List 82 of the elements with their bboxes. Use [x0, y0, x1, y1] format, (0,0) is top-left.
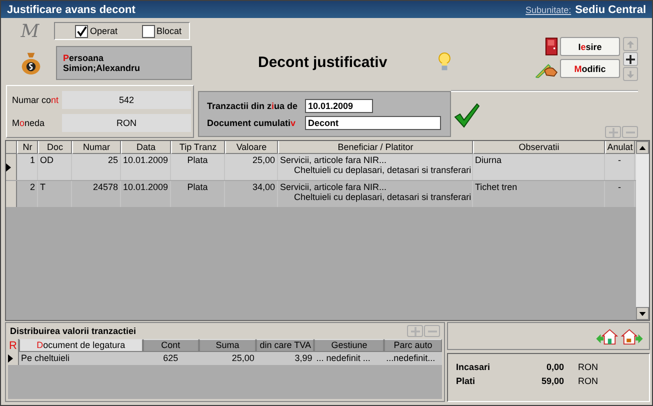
table-row[interactable]: 2 T 24578 10.01.2009 Plata 34,00 Servicii, articole fara NIR... Cheltuieli cu deplasari, detasari si transferari Tichet tren -	[6, 181, 636, 208]
total-value: 59,00	[540, 376, 564, 386]
table-cell: Plata	[187, 155, 208, 165]
total-label: Plati	[456, 376, 476, 386]
column-header[interactable]: Cont	[142, 339, 199, 352]
table-cell: Diurna	[475, 155, 502, 165]
door-icon	[545, 37, 558, 56]
row-selector[interactable]	[6, 154, 17, 180]
table-cell: ... nedefinit ...	[316, 352, 370, 365]
currency-label: RON	[578, 362, 598, 372]
corner-label: R	[8, 339, 19, 352]
filter-label: Tranzactii din ziua de	[207, 100, 299, 110]
table-cell: Tichet tren	[475, 182, 518, 192]
column-header[interactable]: Parc auto	[384, 339, 442, 352]
table-cell: Servicii, articole fara NIR...	[280, 182, 387, 192]
table-cell: Servicii, articole fara NIR...	[280, 155, 387, 165]
table-cell: 1	[30, 155, 35, 165]
table-cell: 25,00	[252, 155, 275, 165]
table-cell: OD	[40, 155, 54, 165]
light-bulb-icon	[438, 52, 451, 72]
action-button[interactable]: Iesire	[560, 37, 620, 56]
table-cell: 10.01.2009	[122, 155, 168, 165]
action-button[interactable]: Modific	[560, 59, 620, 78]
house-right-arrow-icon[interactable]	[621, 327, 643, 345]
house-left-arrow-icon[interactable]	[596, 327, 618, 345]
table-cell: 25	[108, 155, 118, 165]
filter-input[interactable]: Decont	[305, 116, 441, 130]
field-value: 542	[62, 90, 191, 109]
logo-icon: M	[6, 20, 54, 42]
checkmark-icon	[454, 102, 480, 128]
table-cell-text: Cheltuieli cu deplasari, detasari si transferari	[293, 192, 472, 202]
row-pointer-icon	[6, 162, 11, 172]
add-button[interactable]	[623, 52, 638, 66]
column-header[interactable]: Suma	[198, 339, 256, 352]
total-label: Incasari	[456, 362, 492, 372]
person-name: Simion;Alexandru	[63, 62, 142, 73]
plus-icon	[608, 128, 618, 136]
money-bag-icon	[20, 50, 42, 75]
subunit-value: Sediu Central	[575, 4, 646, 16]
table-row[interactable]: 1 OD 25 10.01.2009 Plata 25,00 Servicii, articole fara NIR... Cheltuieli cu deplasari, detasari si transferari Diurna -	[6, 154, 636, 181]
row-selector[interactable]	[8, 352, 19, 365]
table-cell: ...nedefinit...	[386, 352, 436, 365]
table-cell: 625	[163, 352, 178, 365]
scrollbar[interactable]	[636, 141, 649, 320]
row-pointer-icon	[8, 354, 13, 363]
table-cell: -	[618, 182, 621, 192]
table-cell: 25,00	[232, 352, 254, 365]
field-label: Moneda	[11, 118, 46, 128]
table-cell: Pe cheltuieli	[21, 352, 70, 365]
table-cell: 3,99	[294, 352, 312, 365]
table-cell-text: Cheltuieli cu deplasari, detasari si transferari	[293, 165, 472, 175]
table-cell: -	[618, 155, 621, 165]
table-cell: 24578	[92, 182, 118, 192]
total-value: 0,00	[545, 362, 564, 372]
down-arrow-icon	[626, 70, 635, 78]
table-cell: 10.01.2009	[122, 182, 168, 192]
status-checkbox[interactable]: Blocat	[142, 24, 182, 38]
up-arrow-icon	[626, 40, 635, 48]
down-arrow-icon	[639, 312, 646, 316]
column-header[interactable]: din care TVA	[256, 339, 314, 352]
field-value: RON	[62, 114, 191, 132]
person-label: Persoana	[63, 52, 105, 63]
filter-label: Document cumulativ	[207, 118, 297, 128]
table-row[interactable]: Pe cheltuieli 625 25,00 3,99 ... nedefinit ... ...nedefinit...	[8, 352, 442, 365]
table-cell: 2	[30, 182, 35, 192]
plus-icon	[626, 54, 635, 64]
table-cell: 34,00	[252, 182, 275, 192]
panel-title: Distribuirea valorii tranzactiei	[10, 326, 136, 336]
form-heading: Decont justificativ	[258, 54, 388, 70]
filter-input[interactable]: 10.01.2009	[305, 98, 373, 112]
table-cell: T	[40, 182, 46, 192]
plus-icon	[410, 326, 420, 336]
status-checkbox[interactable]: Operat	[75, 24, 118, 38]
column-header[interactable]: Document de legatura	[19, 339, 143, 352]
column-header[interactable]: Gestiune	[314, 339, 384, 352]
table-cell: Plata	[187, 182, 208, 192]
currency-label: RON	[578, 376, 598, 386]
window-title: Justificare avans decont	[7, 4, 136, 16]
checkmark-icon	[76, 26, 87, 36]
subunit-link[interactable]: Subunitate:	[526, 4, 572, 14]
field-label: Numar cont	[11, 94, 60, 105]
up-arrow-icon	[639, 146, 646, 150]
